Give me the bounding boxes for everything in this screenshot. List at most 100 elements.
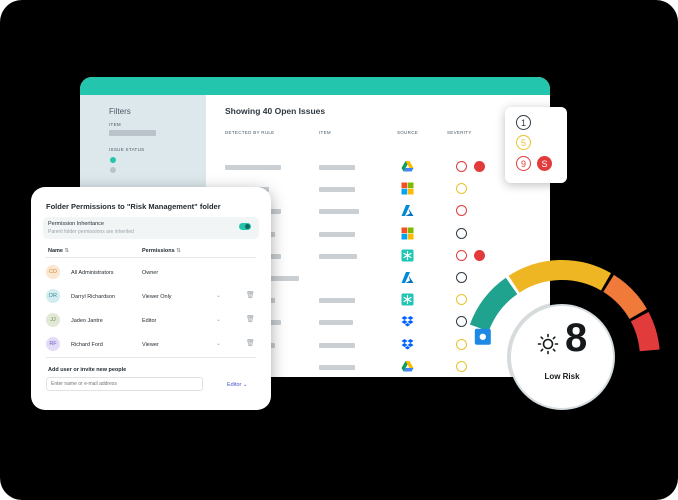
filter-item-label: ITEM bbox=[109, 122, 121, 127]
invite-role-label: Editor bbox=[227, 382, 242, 388]
panel-header-bar bbox=[80, 77, 550, 95]
rule-placeholder bbox=[225, 165, 281, 170]
chevron-down-icon[interactable]: ⌄ bbox=[216, 316, 221, 323]
gauge-segment bbox=[630, 311, 660, 352]
item-placeholder bbox=[319, 320, 353, 326]
divider bbox=[46, 357, 256, 358]
issue-status-radio-open[interactable] bbox=[110, 157, 116, 163]
azure-icon bbox=[401, 271, 414, 284]
dropbox-icon bbox=[401, 315, 414, 328]
gauge-segment bbox=[508, 260, 611, 293]
item-placeholder bbox=[319, 187, 355, 193]
folder-permissions-dialog: Folder Permissions to "Risk Management" … bbox=[31, 187, 271, 410]
column-header-item[interactable]: ITEM bbox=[319, 130, 331, 135]
user-name-richard-ford: Richard Ford bbox=[71, 342, 103, 348]
item-placeholder bbox=[319, 298, 355, 304]
google-drive-icon bbox=[401, 360, 414, 373]
user-permission-all-administrators: Owner bbox=[142, 270, 159, 276]
gauge-marker-dot bbox=[479, 333, 486, 340]
filters-title: Filters bbox=[109, 107, 131, 116]
risk-score-label: Low Risk bbox=[544, 372, 580, 381]
user-row[interactable]: JJ Jadeo Jantre Editor ⌄ 🗑 bbox=[31, 310, 271, 332]
toggle-knob bbox=[245, 224, 250, 229]
item-placeholder bbox=[319, 209, 359, 215]
filter-item-select[interactable] bbox=[109, 130, 156, 136]
chevron-down-icon[interactable]: ⌄ bbox=[216, 292, 221, 299]
user-permission-jadeo-jantre[interactable]: Editor bbox=[142, 318, 156, 324]
dropbox-icon bbox=[401, 338, 414, 351]
severity-legend-card: 1 5 9 S bbox=[505, 107, 567, 183]
column-header-permissions[interactable]: Permissions ⇅ bbox=[142, 248, 181, 254]
divider bbox=[46, 257, 256, 258]
sort-icon: ⇅ bbox=[176, 248, 181, 254]
severity-indicator bbox=[456, 227, 467, 239]
risk-score-badge: 8 Low Risk bbox=[509, 304, 615, 410]
item-placeholder bbox=[319, 165, 355, 170]
severity-indicator bbox=[456, 183, 467, 195]
google-drive-icon bbox=[401, 160, 414, 173]
severity-low-label: 1 bbox=[520, 117, 526, 128]
name-header-label: Name bbox=[48, 248, 63, 254]
chevron-down-icon[interactable]: ⌄ bbox=[216, 340, 221, 347]
severity-medium-label: 5 bbox=[520, 137, 526, 148]
microsoft-office-icon bbox=[401, 182, 414, 195]
atlassian-confluence-icon bbox=[401, 249, 414, 262]
item-placeholder bbox=[319, 253, 357, 259]
sun-icon bbox=[537, 333, 559, 355]
user-name-all-administrators: All Administrators bbox=[71, 270, 114, 276]
microsoft-office-icon bbox=[401, 227, 414, 240]
column-header-source[interactable]: SOURCE bbox=[397, 130, 418, 135]
severity-indicator bbox=[456, 360, 467, 372]
chevron-down-icon: ⌄ bbox=[242, 382, 248, 388]
sort-icon: ⇅ bbox=[64, 248, 70, 254]
severity-legend-low: 1 bbox=[516, 115, 531, 130]
severity-indicator bbox=[456, 205, 467, 217]
user-name-darryl-richardson: Darryl Richardson bbox=[71, 294, 116, 300]
user-permission-richard-ford[interactable]: Viewer bbox=[142, 342, 159, 348]
user-name-jadeo-jantre: Jadeo Jantre bbox=[71, 318, 103, 324]
severity-indicator bbox=[456, 272, 467, 283]
severity-indicator bbox=[456, 316, 467, 328]
column-header-severity[interactable]: SEVERITY bbox=[447, 130, 472, 135]
item-placeholder bbox=[319, 342, 355, 348]
table-row[interactable] bbox=[206, 159, 550, 175]
avatar: CD bbox=[46, 265, 60, 279]
atlassian-confluence-icon bbox=[401, 293, 414, 306]
severity-legend-medium: 5 bbox=[516, 135, 531, 150]
inheritance-toggle[interactable] bbox=[239, 223, 251, 230]
severity-indicator bbox=[456, 338, 467, 350]
item-placeholder bbox=[319, 231, 355, 237]
user-row[interactable]: RF Richard Ford Viewer ⌄ 🗑 bbox=[31, 334, 271, 356]
gauge-segment bbox=[469, 277, 518, 332]
issue-status-radio-closed[interactable] bbox=[110, 167, 116, 173]
user-row[interactable]: DR Darryl Richardson Viewer Only ⌄ 🗑 bbox=[31, 286, 271, 308]
item-placeholder bbox=[319, 364, 355, 370]
severity-sensitive-indicator bbox=[474, 161, 485, 172]
column-header-rule[interactable]: DETECTED BY RULE bbox=[225, 130, 274, 135]
inheritance-title: Permission Inheritance bbox=[48, 221, 104, 227]
severity-indicator bbox=[456, 294, 467, 306]
severity-indicator bbox=[456, 161, 467, 172]
trash-icon[interactable]: 🗑 bbox=[246, 315, 255, 323]
user-row[interactable]: CD All Administrators Owner bbox=[31, 262, 271, 284]
severity-legend-sensitive: S bbox=[537, 156, 552, 171]
permissions-header-label: Permissions bbox=[142, 248, 175, 254]
avatar: DR bbox=[46, 289, 60, 303]
invite-role-dropdown[interactable]: Editor ⌄ bbox=[227, 382, 248, 388]
severity-high-label: 9 bbox=[520, 158, 526, 169]
user-permission-darryl-richardson[interactable]: Viewer Only bbox=[142, 294, 172, 300]
trash-icon[interactable]: 🗑 bbox=[246, 339, 255, 347]
azure-icon bbox=[401, 204, 414, 217]
column-header-name[interactable]: Name ⇅ bbox=[48, 248, 69, 254]
risk-score-value: 8 bbox=[565, 316, 588, 360]
app-stage: Filters ITEM ISSUE STATUS Showing 40 Ope… bbox=[0, 0, 678, 500]
gauge-segment bbox=[603, 274, 647, 320]
add-user-label: Add user or invite new people bbox=[48, 367, 127, 373]
severity-legend-high: 9 bbox=[516, 156, 531, 171]
severity-sensitive-label: S bbox=[541, 158, 548, 169]
severity-indicator bbox=[456, 249, 467, 261]
trash-icon[interactable]: 🗑 bbox=[246, 291, 255, 299]
permissions-title: Folder Permissions to "Risk Management" … bbox=[46, 202, 221, 211]
issues-title: Showing 40 Open Issues bbox=[225, 106, 326, 116]
invite-input[interactable] bbox=[46, 377, 203, 391]
